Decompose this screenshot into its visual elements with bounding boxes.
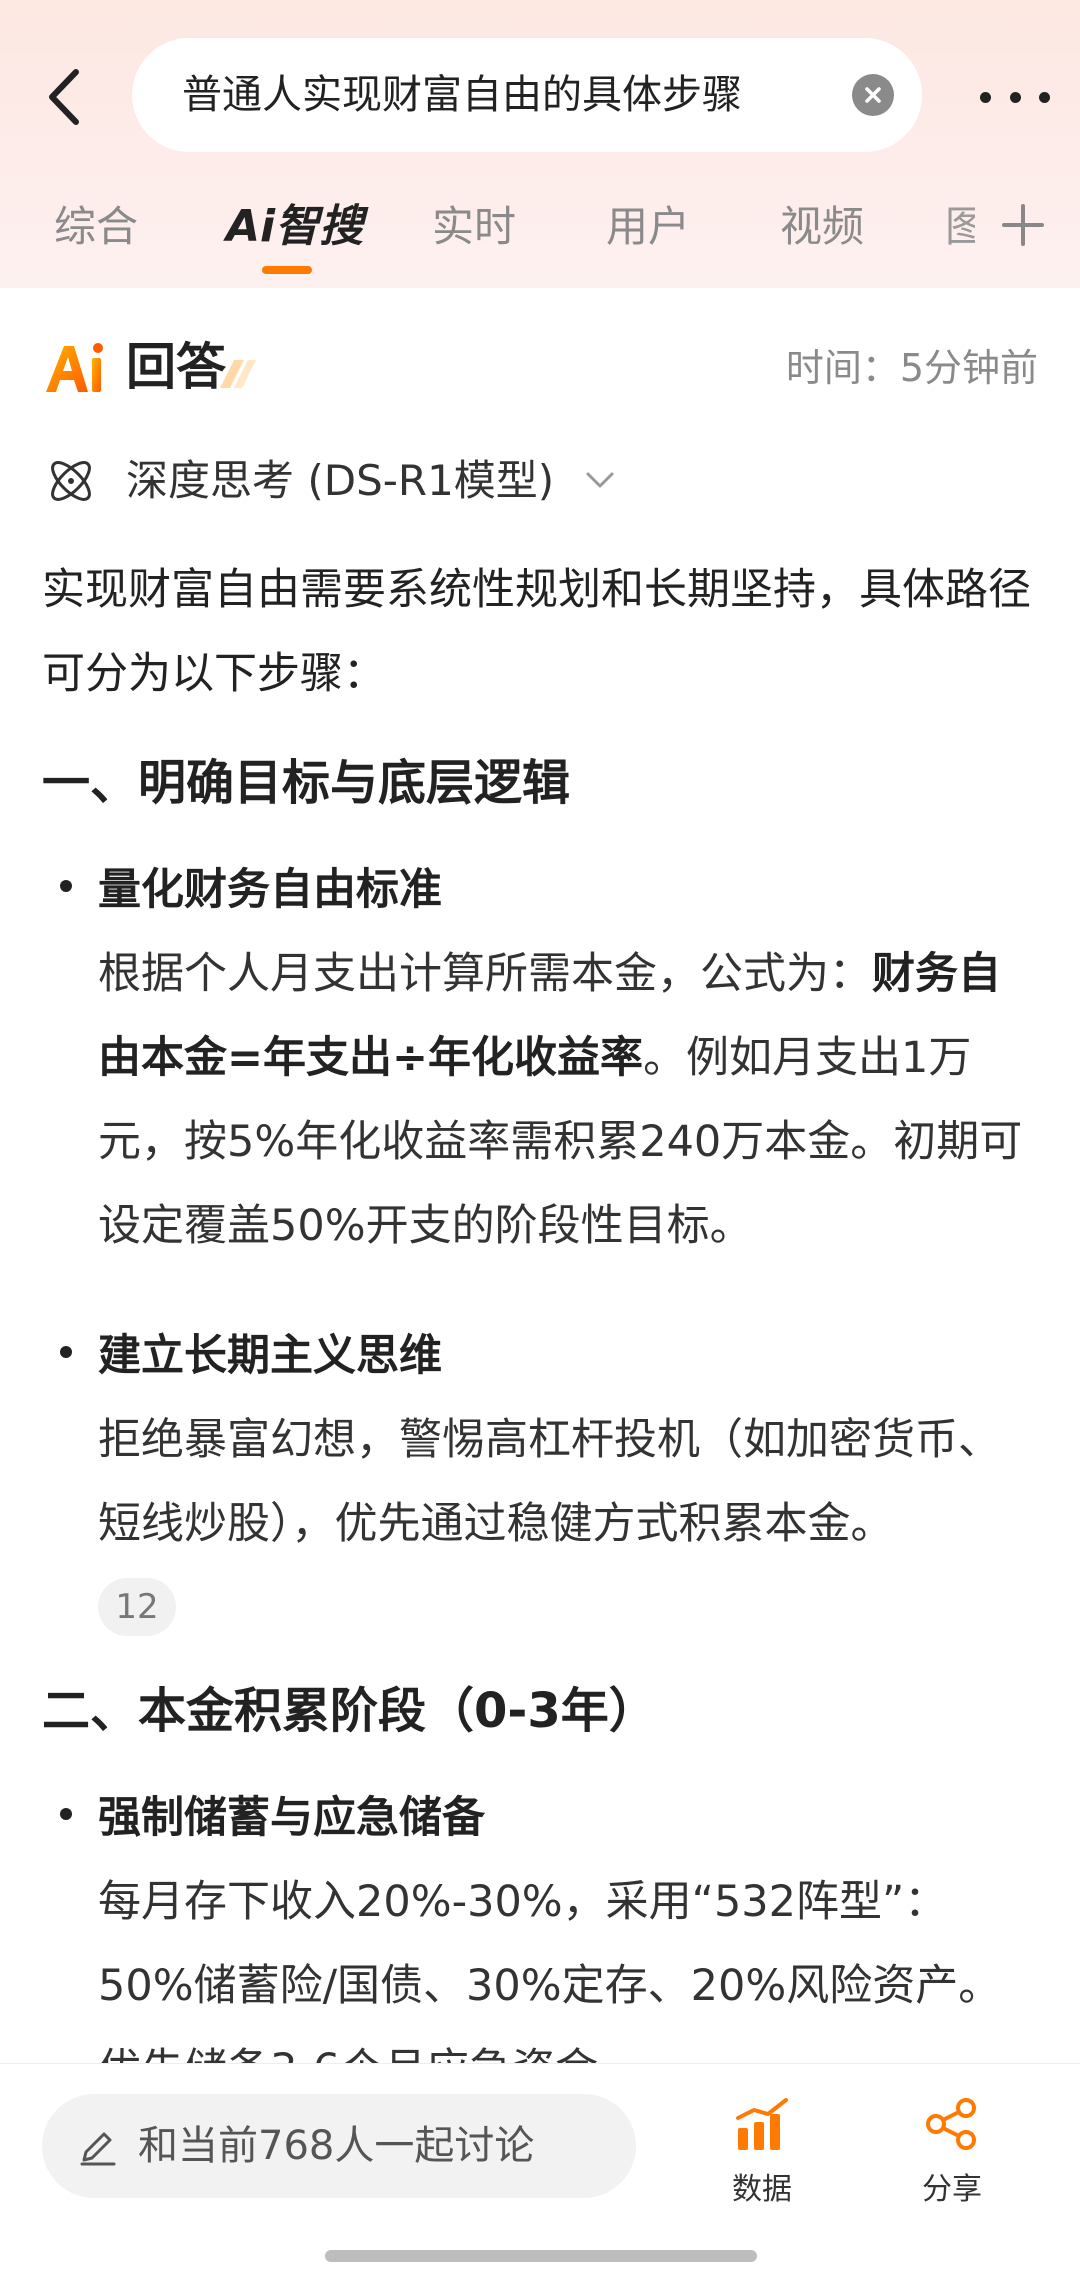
more-dots-icon <box>980 91 991 103</box>
search-query[interactable]: 普通人实现财富自由的具体步骤 <box>182 38 742 152</box>
deep-think-toggle[interactable]: 深度思考 (DS-R1模型) <box>126 448 554 514</box>
chevron-down-icon[interactable] <box>584 466 616 494</box>
list-item: 量化财务自由标准 根据个人月支出计算所需本金，公式为：财务自由本金=年支出÷年化… <box>42 848 1042 1268</box>
answer-title: 回答 <box>126 338 226 396</box>
tab-ai-label: 智搜 <box>275 201 364 252</box>
search-bar[interactable]: 普通人实现财富自由的具体步骤 <box>132 38 922 152</box>
share-button[interactable]: 分享 <box>892 2094 1012 2214</box>
bar-chart-icon <box>736 2098 788 2150</box>
answer-intro: 实现财富自由需要系统性规划和长期坚持，具体路径可分为以下步骤： <box>42 565 1031 699</box>
item-body: 拒绝暴富幻想，警惕高杠杆投机（如加密货币、短线炒股），优先通过稳健方式积累本金。 <box>98 1415 1001 1549</box>
clear-icon <box>865 87 881 103</box>
tab-comprehensive[interactable]: 综合 <box>54 196 138 258</box>
tab-ai-prefix: Ai <box>226 201 276 252</box>
tab-ai-search[interactable]: Ai智搜 <box>226 196 364 274</box>
item-body: 根据个人月支出计算所需本金，公式为：财务自由本金=年支出÷年化收益率。例如月支出… <box>98 949 1023 1251</box>
tab-users[interactable]: 用户 <box>606 196 690 258</box>
answer-timestamp: 时间：5分钟前 <box>785 346 1038 390</box>
title-decoration-icon <box>220 360 256 388</box>
pencil-icon <box>80 2132 116 2166</box>
item-title: 强制储蓄与应急储备 <box>98 1793 485 1843</box>
discuss-input[interactable]: 和当前768人一起讨论 <box>42 2094 636 2198</box>
tab-realtime[interactable]: 实时 <box>432 196 516 258</box>
home-indicator[interactable] <box>325 2250 757 2262</box>
citation-badge[interactable]: 12 <box>98 1578 176 1636</box>
tab-images-partial[interactable]: 图 <box>945 196 975 258</box>
bullet-icon <box>60 1346 72 1358</box>
answer-content: 实现财富自由需要系统性规划和长期坚持，具体路径可分为以下步骤： 一、明确目标与底… <box>42 548 1042 2152</box>
item-title: 量化财务自由标准 <box>98 865 442 915</box>
clear-search-button[interactable] <box>852 74 894 116</box>
top-header: 普通人实现财富自由的具体步骤 综合 Ai智搜 实时 用户 视频 图 <box>0 0 1080 288</box>
add-tab-button[interactable] <box>998 200 1048 250</box>
bullet-icon <box>60 1808 72 1820</box>
ai-logo-icon <box>46 343 103 392</box>
chevron-left-icon <box>49 69 79 125</box>
data-label: 数据 <box>732 2172 792 2207</box>
share-icon <box>926 2098 976 2150</box>
list-item: 强制储蓄与应急储备 每月存下收入20%-30%，采用“532阵型”：50%储蓄险… <box>42 1776 1042 2112</box>
section-heading: 一、明确目标与底层逻辑 <box>42 755 571 811</box>
discuss-placeholder: 和当前768人一起讨论 <box>138 2123 535 2169</box>
data-button[interactable]: 数据 <box>702 2094 822 2214</box>
back-button[interactable] <box>38 62 90 132</box>
active-tab-indicator <box>262 266 312 274</box>
plus-icon <box>1002 204 1044 246</box>
section-heading: 二、本金积累阶段（0-3年） <box>42 1683 657 1739</box>
atom-icon <box>51 461 91 501</box>
more-button[interactable] <box>980 82 1050 112</box>
list-item: 建立长期主义思维 拒绝暴富幻想，警惕高杠杆投机（如加密货币、短线炒股），优先通过… <box>42 1314 1042 1636</box>
item-title: 建立长期主义思维 <box>98 1331 442 1381</box>
share-label: 分享 <box>922 2172 982 2207</box>
tab-videos[interactable]: 视频 <box>780 196 864 258</box>
bullet-icon <box>60 880 72 892</box>
